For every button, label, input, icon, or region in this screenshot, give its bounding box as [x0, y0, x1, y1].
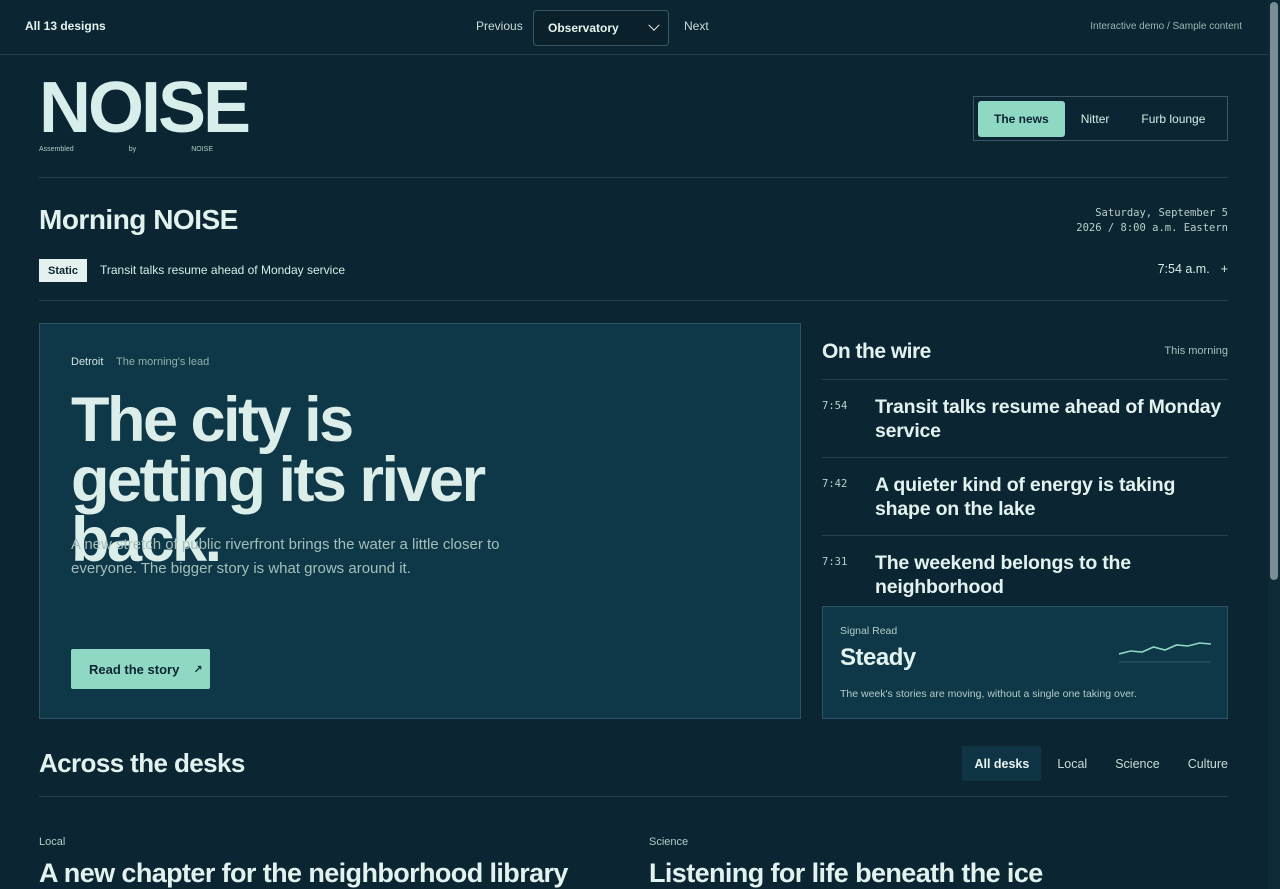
sparkline-line [1119, 642, 1211, 655]
read-story-button[interactable]: Read the story ↗ [71, 649, 210, 689]
lead-dek: A new stretch of public riverfront bring… [71, 536, 500, 577]
wire-headline[interactable]: Transit talks resume ahead of Monday ser… [875, 395, 1228, 443]
signal-value: Steady [840, 644, 916, 671]
design-select-value: Observatory [548, 21, 619, 35]
divider [39, 796, 1228, 797]
design-select[interactable]: Observatory [533, 10, 669, 46]
plus-icon[interactable]: + [1221, 262, 1228, 276]
arrow-up-right-icon: ↗ [193, 663, 203, 676]
wire-meta: This morning [1164, 345, 1228, 357]
lead-story-card: Detroit The morning's lead The city is g… [39, 323, 801, 719]
dateline-day: Saturday, September 5 [1095, 207, 1228, 219]
signal-label: Signal Read [840, 625, 898, 637]
tab-all-desks[interactable]: All desks [962, 746, 1042, 781]
ticker-time: 7:54 a.m. + [1158, 262, 1228, 276]
ticker-headline[interactable]: Transit talks resume ahead of Monday ser… [100, 263, 345, 277]
lead-kicker: The morning's lead [116, 356, 210, 368]
sparkline-chart [1119, 642, 1211, 663]
ticker-time-value: 7:54 a.m. [1157, 262, 1210, 276]
previous-button[interactable]: Previous [476, 19, 523, 33]
tagline-word: by [128, 146, 137, 153]
desks-title: Across the desks [39, 748, 245, 778]
tab-local[interactable]: Local [1045, 746, 1099, 781]
demo-note: Interactive demo / Sample content [1090, 21, 1242, 32]
ticker-badge: Static [39, 259, 87, 282]
site-logo[interactable]: NOISE [39, 70, 251, 146]
story-desk-label: Science [649, 836, 689, 848]
wire-title: On the wire [822, 340, 931, 363]
tab-science[interactable]: Science [1103, 746, 1171, 781]
section-switcher: The news Nitter Furb lounge [973, 96, 1228, 141]
scrollbar-thumb[interactable] [1270, 2, 1278, 580]
divider [39, 177, 1228, 178]
tagline-word: NOISE [191, 146, 213, 153]
story-headline[interactable]: Listening for life beneath the ice [649, 858, 1043, 889]
signal-card: Signal Read Steady The week's stories ar… [822, 606, 1228, 719]
edition-title: Morning NOISE [39, 204, 238, 235]
top-bar: All 13 designs Previous Observatory Next… [0, 0, 1268, 55]
desk-tabs: All desks Local Science Culture [958, 746, 1240, 781]
logo-tagline: Assembled by NOISE [39, 146, 213, 153]
wire-time: 7:42 [822, 478, 848, 490]
read-story-label: Read the story [89, 661, 180, 677]
signal-description: The week's stories are moving, without a… [840, 688, 1137, 700]
dateline-year-time: 2026 / 8:00 a.m. Eastern [1076, 222, 1228, 234]
chevron-down-icon [648, 19, 660, 31]
wire-item[interactable]: 7:54 Transit talks resume ahead of Monda… [822, 379, 1228, 457]
wire-time: 7:31 [822, 556, 848, 568]
section-furb-lounge[interactable]: Furb lounge [1125, 101, 1221, 137]
wire-item[interactable]: 7:42 A quieter kind of energy is taking … [822, 457, 1228, 535]
wire-headline[interactable]: A quieter kind of energy is taking shape… [875, 473, 1228, 521]
story-desk-label: Local [39, 836, 66, 848]
tab-culture[interactable]: Culture [1176, 746, 1240, 781]
divider [39, 300, 1228, 301]
section-the-news[interactable]: The news [978, 100, 1065, 137]
wire-headline[interactable]: The weekend belongs to the neighborhood [875, 551, 1228, 599]
wire-list: 7:54 Transit talks resume ahead of Monda… [822, 379, 1228, 614]
wire-time: 7:54 [822, 400, 848, 412]
wire-item[interactable]: 7:31 The weekend belongs to the neighbor… [822, 535, 1228, 614]
section-nitter[interactable]: Nitter [1065, 101, 1126, 137]
all-designs-link[interactable]: All 13 designs [25, 19, 106, 33]
story-headline[interactable]: A new chapter for the neighborhood libra… [39, 858, 568, 889]
tagline-word: Assembled [39, 146, 74, 153]
lead-place: Detroit [71, 356, 104, 368]
next-button[interactable]: Next [684, 19, 709, 33]
dateline: Saturday, September 5 2026 / 8:00 a.m. E… [1076, 206, 1228, 236]
scrollbar[interactable] [1268, 0, 1280, 889]
